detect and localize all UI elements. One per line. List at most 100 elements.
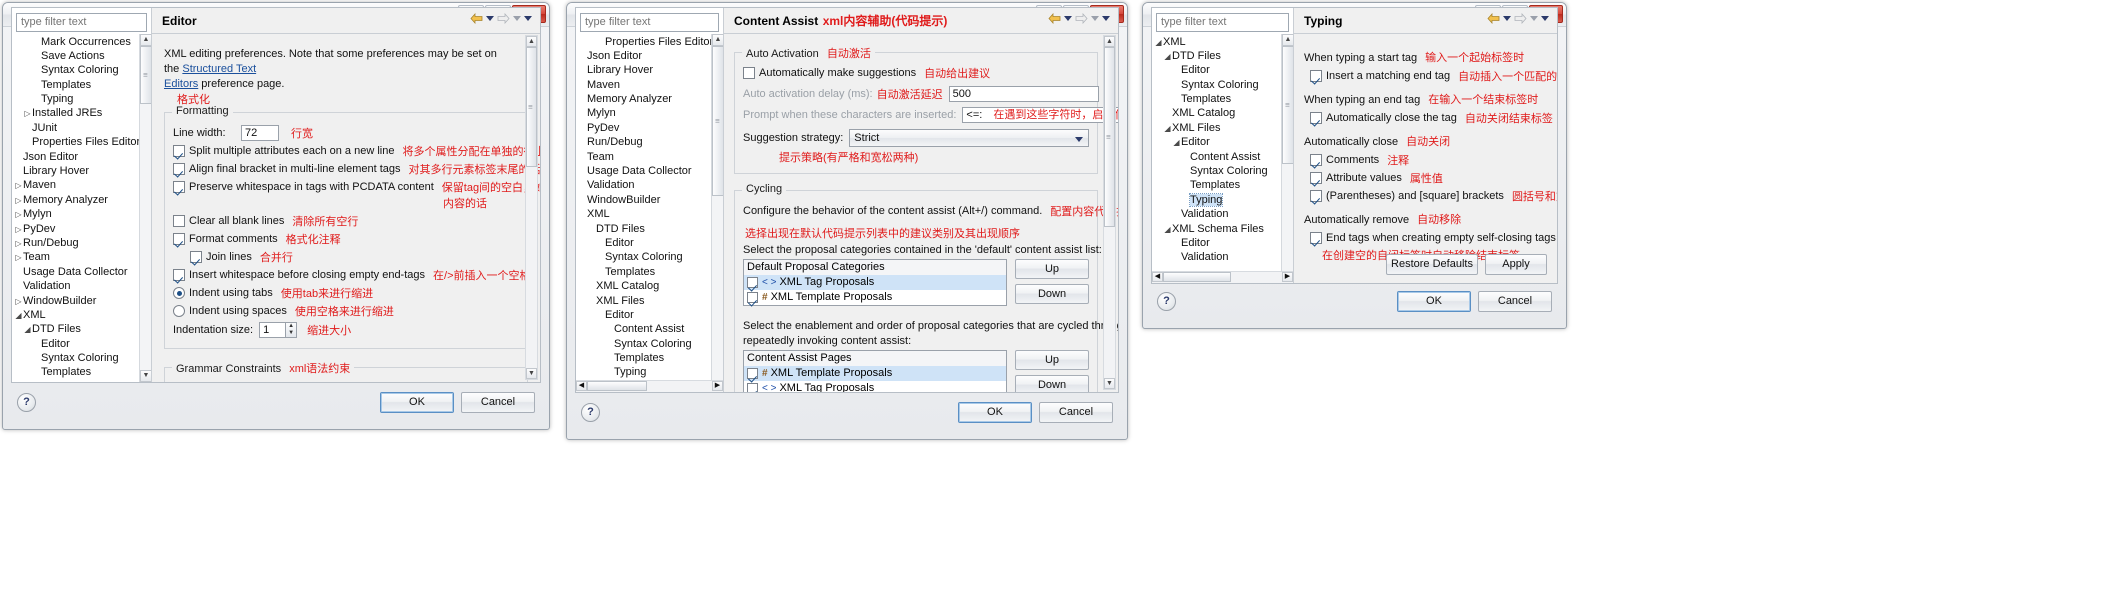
tree-expander-icon[interactable]: ◢ [23, 323, 32, 337]
tree-scrollbar[interactable]: ▲ ▼ [1281, 34, 1293, 284]
tree-item-memory-analyzer[interactable]: Memory Analyzer [576, 92, 723, 106]
tree-item-json-editor[interactable]: Json Editor [12, 150, 151, 164]
radio-button[interactable] [173, 305, 185, 317]
back-dropdown-icon[interactable] [1064, 16, 1072, 21]
view-menu-icon[interactable] [524, 16, 532, 21]
tree-expander-icon[interactable]: ▷ [14, 208, 23, 222]
tree-item-editor[interactable]: Editor [1152, 63, 1293, 77]
tree-item-dtd-files[interactable]: ◢DTD Files [1152, 49, 1293, 63]
tree-item-xml[interactable]: XML [576, 207, 723, 221]
option-row[interactable]: Indent using tabs使用tab来进行缩进 [173, 285, 519, 301]
tree-expander-icon[interactable]: ◢ [1154, 36, 1163, 50]
tree-item-editor[interactable]: Editor [576, 308, 723, 322]
option-row[interactable]: Clear all blank lines清除所有空行 [173, 213, 519, 229]
tree-item-mark-occurrences[interactable]: Mark Occurrences [12, 35, 151, 49]
spin-down-icon[interactable]: ▼ [286, 330, 296, 337]
preferences-window-editor[interactable]: Preferences X Mark OccurrencesSave Actio… [2, 2, 550, 430]
tree-item-syntax-coloring[interactable]: Syntax Coloring [1152, 164, 1293, 178]
list-item-checkbox[interactable] [747, 383, 758, 392]
checkbox[interactable] [1310, 190, 1322, 202]
scroll-thumb[interactable] [712, 46, 723, 196]
tree-item-templates[interactable]: Templates [1152, 92, 1293, 106]
tree-item-typing[interactable]: Typing [576, 365, 723, 379]
cancel-button[interactable]: Cancel [1039, 402, 1113, 423]
view-menu-icon[interactable] [1102, 16, 1110, 21]
option-row[interactable]: Align final bracket in multi-line elemen… [173, 161, 519, 177]
view-menu-icon[interactable] [1541, 16, 1549, 21]
dialog-buttons[interactable]: OK Cancel [1397, 291, 1552, 312]
tree-item-dtd-files[interactable]: DTD Files [576, 222, 723, 236]
tree-item-templates[interactable]: Templates [576, 351, 723, 365]
option-row[interactable]: Insert a matching end tag自动插入一个匹配的结束标签 [1304, 68, 1547, 84]
tree-expander-icon[interactable]: ▷ [14, 179, 23, 193]
preferences-tree[interactable]: ◢XML◢DTD FilesEditor Syntax Coloring Templ… [1152, 34, 1293, 284]
option-row[interactable]: Format comments格式化注释 [173, 231, 519, 247]
tree-item-maven[interactable]: Maven [576, 78, 723, 92]
tree-expander-icon[interactable]: ◢ [1163, 122, 1172, 136]
structured-text-link[interactable]: Structured Text [182, 63, 256, 75]
forward-dropdown-icon[interactable] [513, 16, 521, 21]
tree-item-windowbuilder[interactable]: WindowBuilder [576, 193, 723, 207]
ok-button[interactable]: OK [1397, 291, 1471, 312]
scroll-thumb[interactable] [140, 46, 151, 104]
checkbox[interactable] [173, 233, 185, 245]
tree-item-installed-jres[interactable]: ▷Installed JREs [12, 106, 151, 120]
tree-expander-icon[interactable]: ▷ [14, 223, 23, 237]
scroll-left-icon[interactable]: ◀ [576, 381, 587, 391]
default-proposal-items[interactable]: < >XML Tag Proposals#XML Template Propos… [744, 275, 1006, 305]
down-button[interactable]: Down [1015, 284, 1089, 304]
tree-item-syntax-coloring[interactable]: Syntax Coloring [576, 250, 723, 264]
tree-item-dtd-files[interactable]: ◢DTD Files [12, 322, 151, 336]
tree-item-xml[interactable]: ◢XML [1152, 35, 1293, 49]
tree-item-xml[interactable]: ◢XML [12, 308, 151, 322]
tree-item-typing[interactable]: Typing [12, 92, 151, 106]
tree-item-templates[interactable]: Templates [576, 265, 723, 279]
tree-item-memory-analyzer[interactable]: ▷Memory Analyzer [12, 193, 151, 207]
scroll-up-icon[interactable]: ▲ [526, 36, 537, 47]
tree-item-templates[interactable]: Templates [12, 78, 151, 92]
tree-expander-icon[interactable]: ◢ [1163, 223, 1172, 237]
tree-item-xml-files[interactable]: XML Files [576, 294, 723, 308]
tree-horizontal-scrollbar[interactable]: ◀ ▶ [576, 380, 723, 392]
default-proposal-buttons[interactable]: Up Down [1015, 259, 1089, 306]
scroll-right-icon[interactable]: ▶ [1282, 272, 1293, 282]
cancel-button[interactable]: Cancel [1478, 291, 1552, 312]
h-scroll-thumb[interactable] [587, 381, 647, 391]
tree-item-templates[interactable]: Templates [12, 365, 151, 379]
nav-icons[interactable] [470, 13, 532, 24]
auto-suggest-checkbox[interactable] [743, 67, 755, 79]
scroll-up-icon[interactable]: ▲ [712, 34, 723, 46]
indent-size-stepper[interactable]: 1 ▲▼ [259, 322, 297, 338]
filter-input[interactable] [580, 13, 719, 32]
checkbox[interactable] [173, 269, 185, 281]
list-item[interactable]: #XML Template Proposals [744, 366, 1006, 381]
inferred-grammar-checkbox[interactable] [173, 382, 185, 383]
pages-items[interactable]: #XML Template Proposals< >XML Tag Propos… [744, 366, 1006, 392]
option-row[interactable]: Automatically close the tag自动关闭结束标签 [1304, 110, 1547, 126]
tree-item-run-debug[interactable]: Run/Debug [576, 135, 723, 149]
option-row[interactable]: Join lines合并行 [173, 249, 519, 265]
checkbox[interactable] [1310, 70, 1322, 82]
forward-dropdown-icon[interactable] [1091, 16, 1099, 21]
list-item[interactable]: < >XML Tag Proposals [744, 275, 1006, 290]
content-assist-pages-listbox[interactable]: Content Assist Pages #XML Template Propo… [743, 350, 1007, 392]
strategy-combo[interactable]: Strict [849, 129, 1089, 147]
list-item[interactable]: < >XML Tag Proposals [744, 381, 1006, 392]
scroll-up-icon[interactable]: ▲ [140, 34, 151, 46]
option-row[interactable]: (Parentheses) and [square] brackets圆括号和方… [1304, 188, 1547, 204]
option-row[interactable]: Split multiple attributes each on a new … [173, 143, 519, 159]
up-button[interactable]: Up [1015, 350, 1089, 370]
tree-expander-icon[interactable]: ▷ [23, 107, 32, 121]
tree-item-team[interactable]: ▷Team [12, 250, 151, 264]
back-dropdown-icon[interactable] [486, 16, 494, 21]
tree-item-maven[interactable]: ▷Maven [12, 178, 151, 192]
page-vertical-scrollbar[interactable]: ▲ ▼ [525, 35, 538, 380]
scroll-thumb[interactable] [1104, 47, 1115, 227]
down-button[interactable]: Down [1015, 375, 1089, 392]
tree-item-run-debug[interactable]: ▷Run/Debug [12, 236, 151, 250]
tree-scrollbar[interactable]: ▲ ▼ [711, 34, 723, 393]
filter-input[interactable] [16, 13, 147, 32]
option-row[interactable]: Attribute values属性值 [1304, 170, 1547, 186]
auto-suggest-row[interactable]: Automatically make suggestions 自动给出建议 [743, 65, 1089, 81]
tree-item-windowbuilder[interactable]: ▷WindowBuilder [12, 294, 151, 308]
